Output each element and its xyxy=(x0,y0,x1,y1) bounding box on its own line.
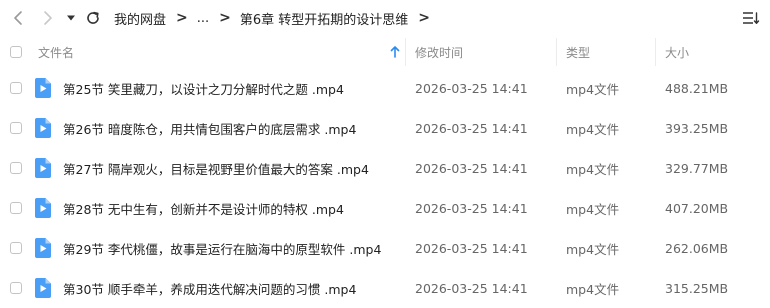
table-row[interactable]: 第25节 笑里藏刀，以设计之刀分解时代之题 .mp4 2026-03-25 14… xyxy=(0,68,770,108)
file-size: 407.20MB xyxy=(665,200,729,216)
row-checkbox[interactable] xyxy=(10,68,22,108)
row-checkbox[interactable] xyxy=(10,268,22,308)
file-modified: 2026-03-25 14:41 xyxy=(415,200,528,216)
table-header: 文件名 修改时间 类型 大小 xyxy=(0,36,770,68)
row-checkbox[interactable] xyxy=(10,148,22,188)
breadcrumb-ellipsis[interactable]: ... xyxy=(197,11,209,26)
select-all-checkbox[interactable] xyxy=(10,36,22,68)
file-type: mp4文件 xyxy=(566,201,620,217)
refresh-icon xyxy=(87,11,99,24)
forward-button[interactable] xyxy=(36,6,60,30)
file-modified: 2026-03-25 14:41 xyxy=(415,120,528,136)
caret-down-icon xyxy=(67,15,75,21)
table-row[interactable]: 第30节 顺手牵羊，养成用迭代解决问题的习惯 .mp4 2026-03-25 1… xyxy=(0,268,770,308)
file-type: mp4文件 xyxy=(566,121,620,137)
arrow-up-icon xyxy=(390,46,400,58)
refresh-button[interactable] xyxy=(81,6,105,30)
video-file-icon xyxy=(35,188,51,228)
video-file-icon xyxy=(35,108,51,148)
row-checkbox[interactable] xyxy=(10,188,22,228)
checkbox-box xyxy=(10,122,22,134)
file-size: 393.25MB xyxy=(665,120,729,136)
checkbox-box xyxy=(10,82,22,94)
back-button[interactable] xyxy=(6,6,30,30)
file-size: 262.06MB xyxy=(665,240,729,256)
file-name[interactable]: 第25节 笑里藏刀，以设计之刀分解时代之题 .mp4 xyxy=(63,68,344,108)
chevron-left-icon xyxy=(14,11,22,25)
column-divider[interactable] xyxy=(556,38,557,66)
table-row[interactable]: 第28节 无中生有，创新并不是设计师的特权 .mp4 2026-03-25 14… xyxy=(0,188,770,228)
table-row[interactable]: 第29节 李代桃僵，故事是运行在脑海中的原型软件 .mp4 2026-03-25… xyxy=(0,228,770,268)
video-file-icon xyxy=(35,228,51,268)
breadcrumb-separator: > xyxy=(418,10,431,26)
row-checkbox[interactable] xyxy=(10,108,22,148)
column-header-size[interactable]: 大小 xyxy=(665,36,689,68)
checkbox-box xyxy=(10,46,22,58)
breadcrumb-current[interactable]: 第6章 转型开拓期的设计思维 xyxy=(240,9,408,28)
sort-ascending-indicator[interactable] xyxy=(390,36,400,68)
file-type: mp4文件 xyxy=(566,81,620,97)
column-header-name[interactable]: 文件名 xyxy=(38,36,74,68)
checkbox-box xyxy=(10,282,22,294)
file-name[interactable]: 第28节 无中生有，创新并不是设计师的特权 .mp4 xyxy=(63,188,344,228)
table-row[interactable]: 第27节 隔岸观火，目标是视野里价值最大的答案 .mp4 2026-03-25 … xyxy=(0,148,770,188)
video-file-icon xyxy=(35,148,51,188)
column-divider[interactable] xyxy=(405,38,406,66)
file-name[interactable]: 第30节 顺手牵羊，养成用迭代解决问题的习惯 .mp4 xyxy=(63,268,356,308)
chevron-right-icon xyxy=(44,11,52,25)
checkbox-box xyxy=(10,162,22,174)
file-modified: 2026-03-25 14:41 xyxy=(415,240,528,256)
file-name[interactable]: 第29节 李代桃僵，故事是运行在脑海中的原型软件 .mp4 xyxy=(63,228,381,268)
column-header-modified[interactable]: 修改时间 xyxy=(415,36,463,68)
checkbox-box xyxy=(10,242,22,254)
video-file-icon xyxy=(35,68,51,108)
column-divider[interactable] xyxy=(655,38,656,66)
file-type: mp4文件 xyxy=(566,161,620,177)
table-row[interactable]: 第26节 暗度陈仓，用共情包围客户的底层需求 .mp4 2026-03-25 1… xyxy=(0,108,770,148)
file-type: mp4文件 xyxy=(566,241,620,257)
file-name[interactable]: 第26节 暗度陈仓，用共情包围客户的底层需求 .mp4 xyxy=(63,108,356,148)
breadcrumb-root[interactable]: 我的网盘 xyxy=(114,9,166,28)
sort-list-icon xyxy=(743,12,760,24)
history-dropdown[interactable] xyxy=(62,6,80,30)
video-file-icon xyxy=(35,268,51,308)
file-type: mp4文件 xyxy=(566,281,620,297)
file-modified: 2026-03-25 14:41 xyxy=(415,160,528,176)
file-size: 488.21MB xyxy=(665,80,729,96)
file-name[interactable]: 第27节 隔岸观火，目标是视野里价值最大的答案 .mp4 xyxy=(63,148,369,188)
row-checkbox[interactable] xyxy=(10,228,22,268)
breadcrumb-separator: > xyxy=(219,10,231,26)
breadcrumb: 我的网盘 > ... > 第6章 转型开拓期的设计思维 > xyxy=(114,0,439,36)
checkbox-box xyxy=(10,202,22,214)
column-header-type[interactable]: 类型 xyxy=(566,36,590,68)
file-modified: 2026-03-25 14:41 xyxy=(415,280,528,296)
breadcrumb-separator: > xyxy=(176,10,188,26)
file-size: 329.77MB xyxy=(665,160,729,176)
file-modified: 2026-03-25 14:41 xyxy=(415,80,528,96)
file-size: 315.25MB xyxy=(665,280,729,296)
toolbar: 我的网盘 > ... > 第6章 转型开拓期的设计思维 > xyxy=(0,0,770,36)
sort-options-button[interactable] xyxy=(740,7,762,29)
